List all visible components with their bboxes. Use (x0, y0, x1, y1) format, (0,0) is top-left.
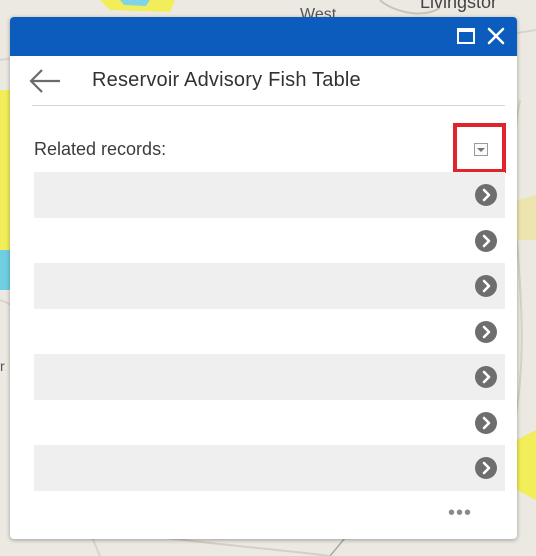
chevron-right-circle-icon[interactable] (475, 184, 497, 206)
chevron-right-circle-icon[interactable] (475, 457, 497, 479)
dropdown-highlight-box (453, 123, 506, 173)
record-row[interactable] (34, 309, 505, 355)
maximize-icon[interactable] (456, 26, 476, 46)
chevron-right-circle-icon[interactable] (475, 320, 497, 343)
map-place-label: r (0, 358, 5, 374)
arrow-left-icon[interactable] (28, 68, 64, 94)
chevron-right-circle-icon[interactable] (475, 366, 497, 388)
chevron-right-circle-icon[interactable] (475, 411, 497, 434)
record-row[interactable] (34, 400, 505, 446)
record-row[interactable] (34, 354, 505, 400)
record-row[interactable] (34, 263, 505, 309)
related-records-list (34, 172, 505, 491)
chevron-right-circle-icon[interactable] (475, 275, 497, 297)
chevron-down-icon[interactable] (474, 143, 488, 156)
popup-title: Reservoir Advisory Fish Table (92, 69, 361, 91)
related-records-label: Related records: (34, 139, 167, 159)
record-row[interactable] (34, 445, 505, 491)
more-options-button[interactable]: ••• (448, 503, 484, 523)
record-row[interactable] (34, 218, 505, 264)
close-icon[interactable] (486, 26, 506, 46)
record-row[interactable] (34, 172, 505, 218)
map-place-label: Livingstor (420, 0, 498, 12)
title-row: Reservoir Advisory Fish Table (10, 56, 517, 106)
chevron-right-circle-icon[interactable] (475, 229, 497, 252)
popup-header (10, 17, 517, 56)
popup-window: Reservoir Advisory Fish Table Related re… (10, 17, 517, 539)
divider (32, 105, 505, 106)
